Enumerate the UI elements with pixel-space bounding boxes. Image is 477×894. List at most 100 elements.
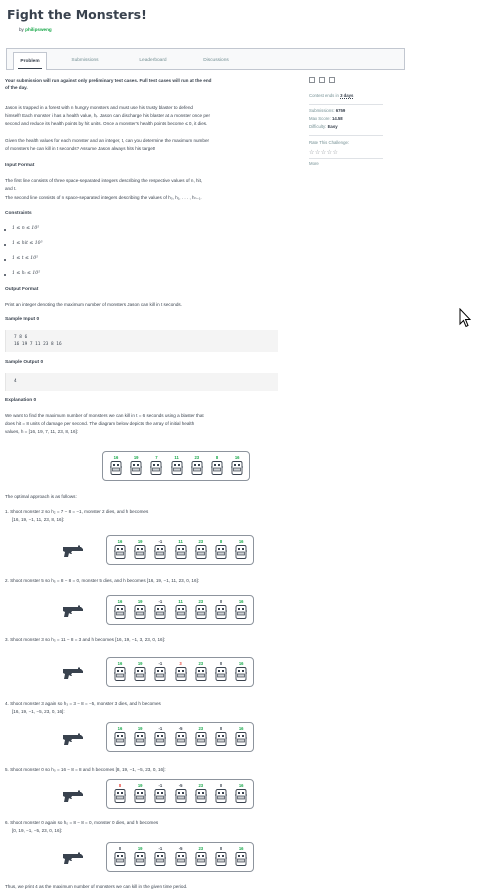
monster-health-diagram: 16 19 7 11 23 8 16 (102, 451, 250, 481)
difficulty-label: Difficulty: (309, 124, 327, 129)
monster-health-value: -1 (158, 539, 163, 544)
divider (309, 158, 383, 159)
monster-icon (154, 789, 167, 803)
monster-health-value: 0 (219, 726, 223, 731)
monster-health-value: 0 (219, 599, 223, 604)
statement-line-4: Given the health values for each monster… (5, 138, 210, 143)
monster-health-value: 16 (117, 726, 123, 731)
sample-input-code: 7 8 6 16 19 7 11 23 8 16 (5, 330, 278, 352)
monster-health-value: -5 (178, 783, 183, 788)
monster-health-value: 16 (117, 599, 123, 604)
author-byline: by philipsweng (19, 27, 52, 32)
submissions-value: 6759 (335, 108, 346, 113)
monster-health-value: 8 (219, 539, 223, 544)
blaster-icon (62, 666, 84, 685)
monster: 16 (233, 726, 249, 747)
monster-icon (114, 732, 126, 746)
author-link[interactable]: philipsweng (25, 27, 52, 32)
monster: -1 (152, 846, 168, 867)
monster: 23 (193, 783, 209, 804)
difficulty-value: Easy (327, 124, 338, 129)
tab-leaderboard[interactable]: Leaderboard (132, 52, 174, 70)
tab-discussions[interactable]: Discussions (196, 52, 236, 70)
monster: 7 (148, 455, 164, 476)
monster-health-value: 23 (194, 455, 200, 460)
monster-health-value: 16 (238, 661, 244, 666)
monster-icon (235, 605, 248, 619)
monster: 16 (233, 661, 249, 682)
monster-health-value: 0 (219, 846, 223, 851)
monster-health-value: -1 (158, 599, 163, 604)
monster: -5 (173, 783, 189, 804)
monster-icon (194, 852, 207, 866)
monster-icon (215, 852, 227, 866)
monster-health-value: 19 (137, 726, 143, 731)
input-format-line-3: The second line consists of n space-sepa… (5, 195, 202, 200)
monster-icon (235, 732, 248, 746)
step-1-line-1: 1. Shoot monster 2 so h₂ = 7 − 8 = −1, m… (5, 509, 149, 514)
star-rating[interactable]: ☆☆☆☆☆ (309, 149, 338, 156)
bullet (4, 244, 6, 246)
monster-health-value: 0 (219, 783, 223, 788)
monster-icon (174, 852, 187, 866)
monster: 16 (233, 599, 249, 620)
monster: 0 (112, 846, 128, 867)
monster-health-value: -1 (158, 846, 163, 851)
monster-health-value: 19 (137, 846, 143, 851)
monster: 0 (213, 846, 229, 867)
bullet (4, 259, 6, 261)
divider (309, 135, 383, 136)
monster: 3 (173, 661, 189, 682)
monster-health-value: 23 (198, 783, 204, 788)
monster-health-value: 19 (133, 455, 139, 460)
optimal-approach-text: The optimal approach is as follows: (5, 494, 77, 499)
monster-health-value: 8 (215, 455, 219, 460)
monster: 19 (132, 846, 148, 867)
monster: 16 (233, 539, 249, 560)
monster-health-value: 16 (113, 455, 119, 460)
more-link[interactable]: More (309, 161, 319, 166)
sample-input-line-2: 16 19 7 11 23 8 16 (14, 342, 62, 347)
print-icon[interactable] (329, 77, 335, 83)
notice-line-2: of the day. (5, 85, 28, 90)
monster-icon (134, 605, 147, 619)
tab-problem[interactable]: Problem (13, 52, 47, 70)
monster-health-value: 16 (238, 539, 244, 544)
monster-icon (215, 789, 227, 803)
tab-submissions[interactable]: Submissions (65, 52, 105, 70)
share-icon[interactable] (319, 77, 325, 83)
monster-icon (215, 545, 227, 559)
monster: 8 (209, 455, 225, 476)
monster-icon (194, 545, 207, 559)
monster: 16 (112, 539, 128, 560)
monster: 16 (108, 455, 124, 476)
monster-icon (215, 605, 227, 619)
monster: -5 (173, 846, 189, 867)
monster-icon (194, 605, 207, 619)
explanation-line-3: values, h = [16, 19, 7, 11, 23, 8, 16]: (5, 429, 79, 434)
monster: -1 (152, 783, 168, 804)
bookmark-icon[interactable] (309, 77, 315, 83)
by-prefix: by (19, 27, 24, 32)
monster-icon (215, 667, 227, 681)
monster-health-value: 19 (137, 539, 143, 544)
monster-icon (190, 461, 203, 475)
monster: 0 (213, 726, 229, 747)
monster-icon (134, 852, 147, 866)
bullet (4, 229, 6, 231)
monster: 23 (193, 599, 209, 620)
monster-icon (194, 667, 207, 681)
blaster-icon (62, 851, 84, 870)
monster-health-diagram: 16 19 -1 11 23 0 16 (106, 595, 254, 625)
sample-output-code: 4 (5, 373, 278, 391)
statement-line-5: of monsters he can kill in t seconds? As… (5, 146, 156, 151)
monster-icon (134, 545, 147, 559)
blaster-icon (62, 789, 84, 808)
monster-icon (194, 789, 207, 803)
step-3-line-1: 3. Shoot monster 3 so h₃ = 11 − 8 = 3 an… (5, 637, 166, 642)
monster-health-diagram: 16 19 -1 11 23 8 16 (106, 535, 254, 565)
monster-health-value: 3 (179, 661, 182, 666)
monster: 16 (229, 455, 245, 476)
monster-health-value: 0 (118, 846, 122, 851)
monster: 23 (193, 661, 209, 682)
